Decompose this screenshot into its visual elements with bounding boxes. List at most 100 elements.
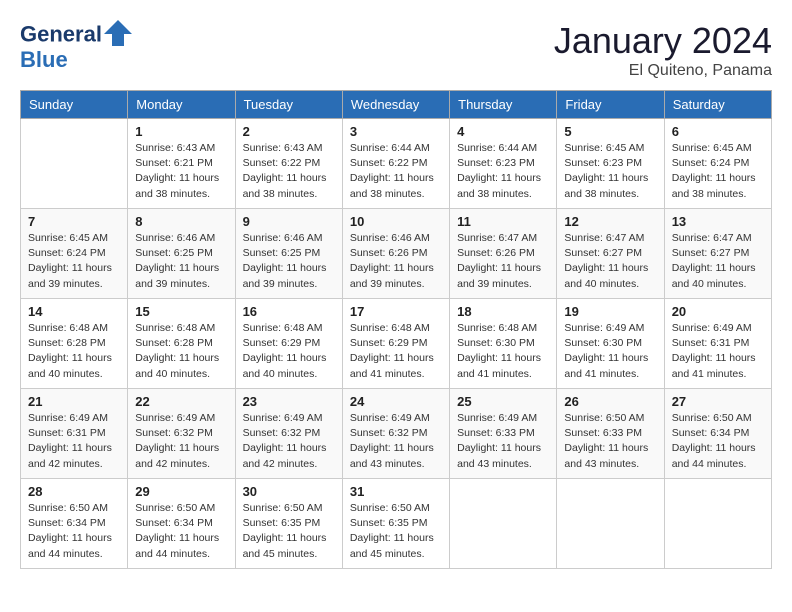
day-cell-24: 24 Sunrise: 6:49 AMSunset: 6:32 PMDayligh…: [342, 389, 449, 479]
week-row-2: 7Sunrise: 6:45 AMSunset: 6:24 PMDaylight…: [21, 209, 772, 299]
day-number: 23: [243, 394, 335, 409]
day-info: Sunrise: 6:50 AMSunset: 6:34 PMDaylight:…: [672, 411, 764, 472]
day-number: 5: [564, 124, 656, 139]
day-cell-12: 12 Sunrise: 6:47 AMSunset: 6:27 PMDayligh…: [557, 209, 664, 299]
day-number: 19: [564, 304, 656, 319]
day-cell-20: 20 Sunrise: 6:49 AMSunset: 6:31 PMDayligh…: [664, 299, 771, 389]
day-cell-3: 3Sunrise: 6:44 AMSunset: 6:22 PMDaylight…: [342, 119, 449, 209]
header-saturday: Saturday: [664, 91, 771, 119]
day-info: Sunrise: 6:50 AMSunset: 6:34 PMDaylight:…: [135, 501, 227, 562]
day-number: 25: [457, 394, 549, 409]
day-cell-empty: [664, 479, 771, 569]
day-number: 26: [564, 394, 656, 409]
day-cell-17: 17 Sunrise: 6:48 AMSunset: 6:29 PMDayligh…: [342, 299, 449, 389]
day-cell-21: 21Sunrise: 6:49 AMSunset: 6:31 PMDayligh…: [21, 389, 128, 479]
week-row-1: 1 Sunrise: 6:43 AMSunset: 6:21 PMDaylight…: [21, 119, 772, 209]
day-number: 8: [135, 214, 227, 229]
day-cell-5: 5 Sunrise: 6:45 AMSunset: 6:23 PMDaylight…: [557, 119, 664, 209]
day-number: 18: [457, 304, 549, 319]
header-friday: Friday: [557, 91, 664, 119]
day-info: Sunrise: 6:49 AMSunset: 6:33 PMDaylight:…: [457, 411, 549, 472]
day-number: 4: [457, 124, 549, 139]
day-cell-25: 25 Sunrise: 6:49 AMSunset: 6:33 PMDayligh…: [450, 389, 557, 479]
day-info: Sunrise: 6:47 AMSunset: 6:26 PMDaylight:…: [457, 231, 549, 292]
calendar-body: 1 Sunrise: 6:43 AMSunset: 6:21 PMDaylight…: [21, 119, 772, 569]
day-cell-19: 19 Sunrise: 6:49 AMSunset: 6:30 PMDayligh…: [557, 299, 664, 389]
day-info: Sunrise: 6:46 AMSunset: 6:25 PMDaylight:…: [135, 231, 227, 292]
day-number: 7: [28, 214, 120, 229]
day-info: Sunrise: 6:45 AMSunset: 6:23 PMDaylight:…: [564, 141, 656, 202]
day-info: Sunrise: 6:50 AMSunset: 6:35 PMDaylight:…: [350, 501, 442, 562]
day-number: 6: [672, 124, 764, 139]
day-number: 20: [672, 304, 764, 319]
day-cell-23: 23Sunrise: 6:49 AMSunset: 6:32 PMDayligh…: [235, 389, 342, 479]
header-wednesday: Wednesday: [342, 91, 449, 119]
day-cell-4: 4 Sunrise: 6:44 AMSunset: 6:23 PMDaylight…: [450, 119, 557, 209]
day-info: Sunrise: 6:50 AMSunset: 6:34 PMDaylight:…: [28, 501, 120, 562]
day-info: Sunrise: 6:46 AMSunset: 6:25 PMDaylight:…: [243, 231, 335, 292]
day-info: Sunrise: 6:49 AMSunset: 6:30 PMDaylight:…: [564, 321, 656, 382]
day-cell-1: 1 Sunrise: 6:43 AMSunset: 6:21 PMDaylight…: [128, 119, 235, 209]
day-cell-2: 2Sunrise: 6:43 AMSunset: 6:22 PMDaylight…: [235, 119, 342, 209]
day-cell-22: 22 Sunrise: 6:49 AMSunset: 6:32 PMDayligh…: [128, 389, 235, 479]
day-number: 17: [350, 304, 442, 319]
day-number: 24: [350, 394, 442, 409]
day-info: Sunrise: 6:50 AMSunset: 6:33 PMDaylight:…: [564, 411, 656, 472]
day-number: 28: [28, 484, 120, 499]
day-cell-16: 16 Sunrise: 6:48 AMSunset: 6:29 PMDayligh…: [235, 299, 342, 389]
day-cell-6: 6 Sunrise: 6:45 AMSunset: 6:24 PMDaylight…: [664, 119, 771, 209]
day-number: 10: [350, 214, 442, 229]
day-cell-11: 11 Sunrise: 6:47 AMSunset: 6:26 PMDayligh…: [450, 209, 557, 299]
day-cell-empty: [21, 119, 128, 209]
title-block: January 2024 El Quiteno, Panama: [554, 20, 772, 80]
day-info: Sunrise: 6:46 AMSunset: 6:26 PMDaylight:…: [350, 231, 442, 292]
day-number: 27: [672, 394, 764, 409]
calendar-header-row: SundayMondayTuesdayWednesdayThursdayFrid…: [21, 91, 772, 119]
day-info: Sunrise: 6:44 AMSunset: 6:23 PMDaylight:…: [457, 141, 549, 202]
day-cell-9: 9 Sunrise: 6:46 AMSunset: 6:25 PMDaylight…: [235, 209, 342, 299]
day-number: 22: [135, 394, 227, 409]
header-thursday: Thursday: [450, 91, 557, 119]
day-info: Sunrise: 6:48 AMSunset: 6:29 PMDaylight:…: [243, 321, 335, 382]
page-header: General Blue January 2024 El Quiteno, Pa…: [20, 20, 772, 80]
day-cell-empty: [450, 479, 557, 569]
day-info: Sunrise: 6:49 AMSunset: 6:32 PMDaylight:…: [350, 411, 442, 472]
day-cell-29: 29Sunrise: 6:50 AMSunset: 6:34 PMDayligh…: [128, 479, 235, 569]
day-cell-26: 26 Sunrise: 6:50 AMSunset: 6:33 PMDayligh…: [557, 389, 664, 479]
day-info: Sunrise: 6:43 AMSunset: 6:21 PMDaylight:…: [135, 141, 227, 202]
day-number: 21: [28, 394, 120, 409]
week-row-4: 21Sunrise: 6:49 AMSunset: 6:31 PMDayligh…: [21, 389, 772, 479]
header-tuesday: Tuesday: [235, 91, 342, 119]
day-number: 16: [243, 304, 335, 319]
day-cell-13: 13 Sunrise: 6:47 AMSunset: 6:27 PMDayligh…: [664, 209, 771, 299]
day-cell-18: 18Sunrise: 6:48 AMSunset: 6:30 PMDayligh…: [450, 299, 557, 389]
day-number: 15: [135, 304, 227, 319]
day-cell-30: 30 Sunrise: 6:50 AMSunset: 6:35 PMDayligh…: [235, 479, 342, 569]
day-info: Sunrise: 6:49 AMSunset: 6:32 PMDaylight:…: [135, 411, 227, 472]
location: El Quiteno, Panama: [554, 62, 772, 80]
day-number: 12: [564, 214, 656, 229]
day-cell-7: 7Sunrise: 6:45 AMSunset: 6:24 PMDaylight…: [21, 209, 128, 299]
day-cell-15: 15Sunrise: 6:48 AMSunset: 6:28 PMDayligh…: [128, 299, 235, 389]
day-number: 1: [135, 124, 227, 139]
day-number: 2: [243, 124, 335, 139]
day-info: Sunrise: 6:48 AMSunset: 6:28 PMDaylight:…: [28, 321, 120, 382]
day-cell-31: 31 Sunrise: 6:50 AMSunset: 6:35 PMDayligh…: [342, 479, 449, 569]
day-info: Sunrise: 6:45 AMSunset: 6:24 PMDaylight:…: [672, 141, 764, 202]
day-info: Sunrise: 6:44 AMSunset: 6:22 PMDaylight:…: [350, 141, 442, 202]
day-info: Sunrise: 6:48 AMSunset: 6:29 PMDaylight:…: [350, 321, 442, 382]
month-title: January 2024: [554, 20, 772, 62]
day-info: Sunrise: 6:47 AMSunset: 6:27 PMDaylight:…: [564, 231, 656, 292]
logo: General Blue: [20, 20, 132, 73]
header-monday: Monday: [128, 91, 235, 119]
day-number: 9: [243, 214, 335, 229]
week-row-3: 14Sunrise: 6:48 AMSunset: 6:28 PMDayligh…: [21, 299, 772, 389]
day-number: 31: [350, 484, 442, 499]
day-number: 13: [672, 214, 764, 229]
day-info: Sunrise: 6:50 AMSunset: 6:35 PMDaylight:…: [243, 501, 335, 562]
day-number: 11: [457, 214, 549, 229]
day-info: Sunrise: 6:49 AMSunset: 6:31 PMDaylight:…: [672, 321, 764, 382]
day-info: Sunrise: 6:47 AMSunset: 6:27 PMDaylight:…: [672, 231, 764, 292]
calendar-table: SundayMondayTuesdayWednesdayThursdayFrid…: [20, 90, 772, 569]
day-number: 30: [243, 484, 335, 499]
